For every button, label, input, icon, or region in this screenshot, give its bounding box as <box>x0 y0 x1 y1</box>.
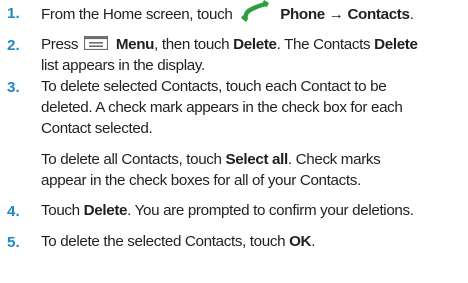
step-number: 5. <box>7 234 20 251</box>
step-number: 1. <box>7 5 20 22</box>
step-text: . <box>311 233 316 250</box>
phone-icon <box>240 0 270 23</box>
step-3-para2-line-2: appear in the check boxes for all of you… <box>41 172 361 189</box>
step-4-line-1: Touch Delete. You are prompted to confir… <box>41 201 414 221</box>
step-2-line-2: list appears in the display. <box>41 57 205 74</box>
step-text: . Check marks <box>287 151 381 168</box>
instruction-list: 1. From the Home screen, touch Phone → C… <box>0 0 468 283</box>
step-3-line-2: deleted. A check mark appears in the che… <box>41 99 403 116</box>
step-number: 4. <box>7 203 20 220</box>
step-bold: Phone → Contacts <box>280 6 410 24</box>
step-number: 3. <box>7 79 20 96</box>
step-text: Press <box>41 36 79 53</box>
step-text: From the Home screen, touch <box>41 6 233 24</box>
step-bold: Delete <box>233 36 277 53</box>
step-text: To delete all Contacts, touch <box>41 151 222 168</box>
step-bold: Delete <box>83 202 128 219</box>
step-bold: Menu <box>115 36 155 53</box>
step-1-line-1: From the Home screen, touch Phone → Cont… <box>41 0 414 27</box>
step-bold: Delete <box>374 36 418 53</box>
step-3-line-1: To delete selected Contacts, touch each … <box>41 78 387 95</box>
step-bold: Select all <box>225 151 289 168</box>
step-bold: OK <box>289 233 312 250</box>
step-text: . The Contacts <box>276 36 371 53</box>
step-text: . <box>409 6 414 24</box>
step-3-para2-line-1: To delete all Contacts, touch Select all… <box>41 150 381 170</box>
step-text: Touch <box>41 202 80 219</box>
step-number: 2. <box>7 37 20 54</box>
step-text: To delete the selected Contacts, touch <box>41 233 286 250</box>
step-2-line-1: Press Menu, then touch Delete. The Conta… <box>41 35 418 55</box>
menu-icon <box>83 35 109 51</box>
step-text: , then touch <box>154 36 230 53</box>
step-text: . You are prompted to confirm your delet… <box>127 202 414 219</box>
step-3-line-3: Contact selected. <box>41 120 153 137</box>
step-5-line-1: To delete the selected Contacts, touch O… <box>41 232 315 252</box>
